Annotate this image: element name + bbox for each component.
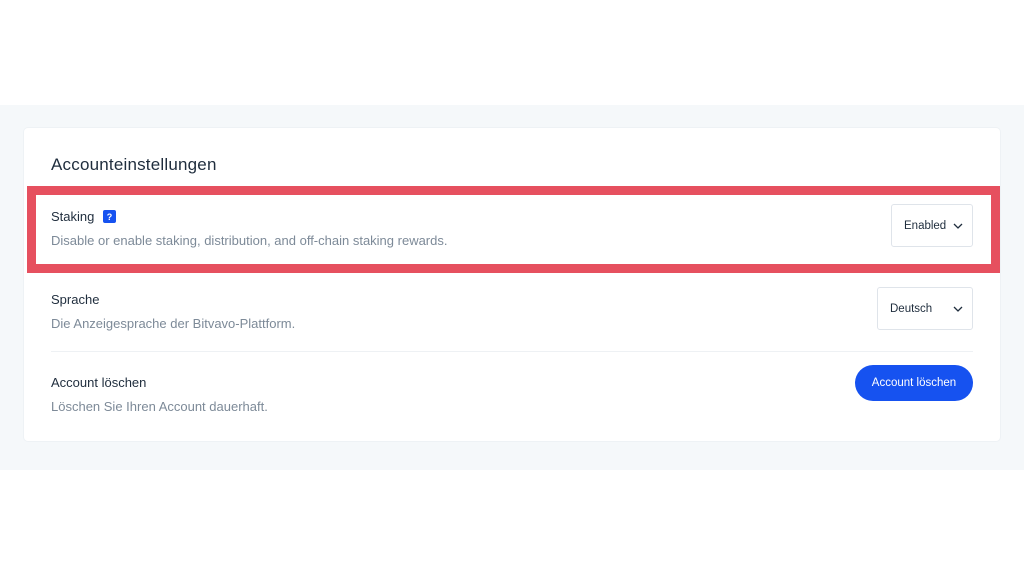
- question-mark-icon[interactable]: ?: [103, 210, 116, 223]
- delete-account-title: Account löschen: [51, 375, 147, 390]
- staking-select[interactable]: Enabled: [891, 204, 973, 247]
- delete-account-button[interactable]: Account löschen: [855, 365, 973, 401]
- language-description: Die Anzeigesprache der Bitvavo-Plattform…: [51, 316, 296, 331]
- help-glyph: ?: [106, 211, 113, 222]
- language-select[interactable]: Deutsch: [877, 287, 973, 330]
- staking-description: Disable or enable staking, distribution,…: [51, 233, 448, 248]
- chevron-down-icon: [952, 303, 964, 315]
- language-select-value: Deutsch: [890, 302, 933, 315]
- staking-select-value: Enabled: [904, 219, 947, 232]
- staking-title: Staking: [51, 209, 95, 224]
- delete-account-description: Löschen Sie Ihren Account dauerhaft.: [51, 399, 268, 414]
- page-title: Accounteinstellungen: [51, 155, 217, 174]
- staking-row: Staking ? Disable or enable staking, dis…: [51, 204, 973, 254]
- divider: [51, 351, 973, 352]
- chevron-down-icon: [952, 220, 964, 232]
- language-row: Sprache Die Anzeigesprache der Bitvavo-P…: [51, 287, 973, 337]
- delete-account-row: Account löschen Löschen Sie Ihren Accoun…: [51, 365, 973, 420]
- language-title: Sprache: [51, 292, 100, 307]
